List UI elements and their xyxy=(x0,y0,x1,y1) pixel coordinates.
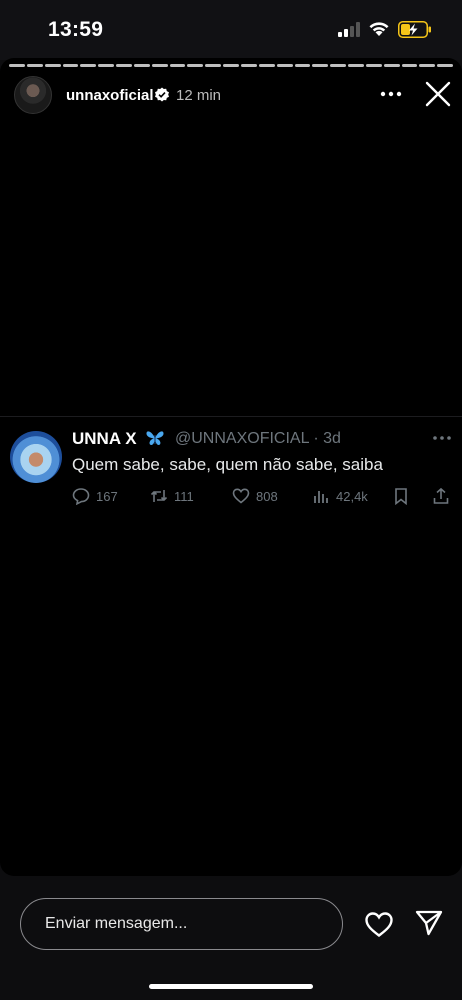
reply-count: 167 xyxy=(96,488,118,504)
progress-segment xyxy=(187,64,204,67)
progress-segment xyxy=(80,64,97,67)
wifi-icon xyxy=(369,22,389,36)
story-username[interactable]: unnaxoficial xyxy=(66,87,154,104)
status-bar: 13:59 xyxy=(0,0,462,60)
progress-segment xyxy=(383,64,400,67)
progress-segment xyxy=(223,64,239,67)
progress-segment xyxy=(312,64,329,67)
like-action: 808 xyxy=(232,485,278,507)
tweet-display-name: UNNA X xyxy=(72,429,137,448)
tweet-more-icon xyxy=(433,436,451,440)
views-chart-icon xyxy=(314,491,328,503)
progress-segment xyxy=(205,64,222,67)
progress-segment xyxy=(401,64,418,67)
reply-icon xyxy=(72,488,90,505)
close-icon[interactable] xyxy=(424,80,452,108)
bookmark-action xyxy=(392,485,410,507)
retweet-icon xyxy=(150,490,168,502)
progress-segment xyxy=(62,64,79,67)
progress-segment xyxy=(437,64,454,67)
tweet-avatar xyxy=(10,431,62,483)
home-indicator[interactable] xyxy=(149,984,313,989)
tweet-text: Quem sabe, sabe, quem não sabe, saiba xyxy=(72,455,383,474)
story-timestamp: 12 min xyxy=(176,87,222,104)
progress-segment xyxy=(258,64,275,67)
progress-segment xyxy=(365,64,382,67)
heart-outline-icon xyxy=(232,488,250,504)
progress-segment xyxy=(44,64,61,67)
progress-segment xyxy=(330,64,347,67)
like-heart-icon[interactable] xyxy=(364,910,394,938)
like-count: 808 xyxy=(256,488,278,504)
battery-charging-icon xyxy=(398,21,431,38)
cellular-signal-icon xyxy=(338,22,360,37)
reply-action: 167 xyxy=(72,485,118,507)
story-header: unnaxoficial 12 min xyxy=(0,76,462,116)
status-time: 13:59 xyxy=(48,18,104,41)
share-action xyxy=(432,485,450,507)
progress-segment xyxy=(169,64,186,67)
profile-avatar[interactable] xyxy=(14,76,52,114)
retweet-action: 111 xyxy=(150,485,194,507)
progress-segment xyxy=(133,64,150,67)
embedded-tweet[interactable]: UNNA X @UNNAXOFICIAL · 3d Quem sabe, sab… xyxy=(0,416,462,516)
verified-badge-icon xyxy=(155,87,169,102)
views-count: 42,4k xyxy=(336,488,368,504)
progress-segment xyxy=(98,64,115,67)
more-options-icon[interactable] xyxy=(378,84,404,104)
progress-segment xyxy=(348,64,364,67)
progress-segment xyxy=(419,64,436,67)
story-progress-bar xyxy=(9,64,454,67)
views-action: 42,4k xyxy=(312,485,368,507)
progress-segment xyxy=(240,64,257,67)
retweet-count: 111 xyxy=(174,488,194,504)
share-icon xyxy=(433,487,449,504)
progress-segment xyxy=(116,64,132,67)
tweet-handle: @UNNAXOFICIAL · 3d xyxy=(175,430,341,447)
progress-segment xyxy=(26,64,43,67)
send-direct-icon[interactable] xyxy=(414,908,444,938)
butterfly-emoji-icon xyxy=(146,431,164,446)
progress-segment xyxy=(294,64,311,67)
story-viewer[interactable]: unnaxoficial 12 min UNNA X @UNNAXOFICIAL… xyxy=(0,58,462,876)
progress-segment xyxy=(276,64,293,67)
tweet-actions: 167 111 808 42,4k xyxy=(72,485,452,507)
progress-segment xyxy=(9,64,25,67)
progress-segment xyxy=(151,64,168,67)
send-message-input[interactable] xyxy=(20,898,343,950)
bookmark-icon xyxy=(395,488,407,505)
